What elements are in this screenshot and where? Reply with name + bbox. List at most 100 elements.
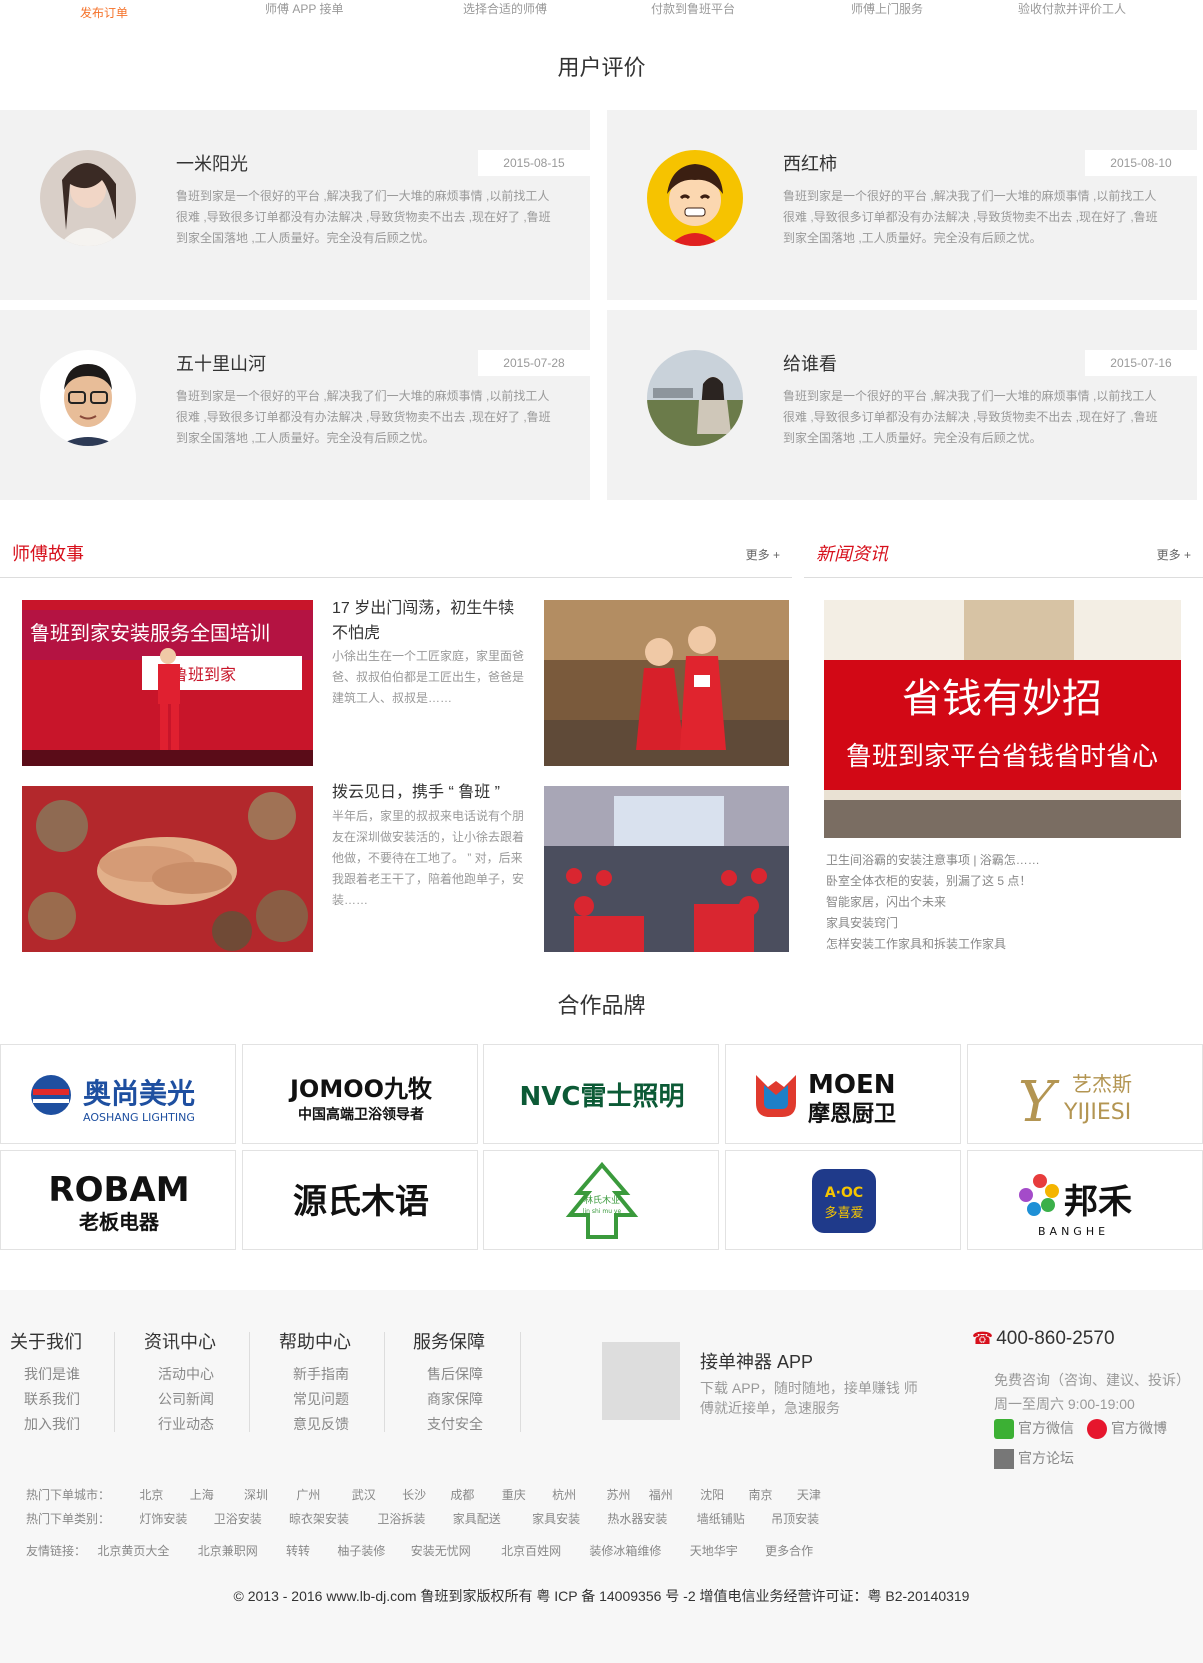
friend-link[interactable]: 北京兼职网 xyxy=(198,1542,283,1559)
svg-text:ROBAM: ROBAM xyxy=(48,1170,189,1210)
svg-text:YIJIESI: YIJIESI xyxy=(1063,1100,1131,1125)
svg-text:Y: Y xyxy=(1018,1070,1060,1135)
friend-link[interactable]: 天地华宇 xyxy=(690,1542,762,1559)
step-6[interactable]: 验收付款并评价工人 xyxy=(1018,0,1126,17)
category-link[interactable]: 卫浴拆装 xyxy=(377,1510,449,1527)
city-link[interactable]: 福州 xyxy=(649,1486,697,1503)
news-more-link[interactable]: 更多 + xyxy=(1157,546,1191,563)
friend-link[interactable]: 安装无忧网 xyxy=(411,1542,498,1559)
svg-text:多喜爱: 多喜爱 xyxy=(824,1205,863,1221)
category-link[interactable]: 灯饰安装 xyxy=(139,1510,210,1527)
step-2[interactable]: 师傅 APP 接单 xyxy=(265,0,343,17)
step-5[interactable]: 师傅上门服务 xyxy=(851,0,923,17)
footer-link[interactable]: 联系我们 xyxy=(10,1387,120,1412)
reviewer-name: 一米阳光 xyxy=(176,154,248,174)
footer-link[interactable]: 商家保障 xyxy=(413,1387,523,1412)
brand-banghe[interactable]: 邦禾 BANGHE xyxy=(967,1150,1203,1250)
avatar xyxy=(647,150,743,246)
step-1[interactable]: 发布订单 xyxy=(80,4,128,21)
footer-link[interactable]: 新手指南 xyxy=(279,1362,389,1387)
brand-moen[interactable]: MOEN 摩恩厨卫 xyxy=(725,1044,961,1144)
category-link[interactable]: 墙纸铺贴 xyxy=(697,1510,768,1527)
consult-line: 免费咨询（咨询、建议、投诉） xyxy=(994,1372,1190,1388)
friend-link[interactable]: 转转 xyxy=(286,1542,334,1559)
brand-yuanshi[interactable]: 源氏木语 xyxy=(242,1150,478,1250)
friend-link[interactable]: 北京黄页大全 xyxy=(97,1542,194,1559)
news-item[interactable]: 卫生间浴霸的安装注意事项 | 浴霸怎…… xyxy=(826,850,1166,871)
brand-linshi[interactable]: 林氏木业 lin shi mu ye xyxy=(483,1150,719,1250)
footer-link[interactable]: 常见问题 xyxy=(279,1387,389,1412)
footer-link[interactable]: 售后保障 xyxy=(413,1362,523,1387)
weibo-link[interactable]: 官方微博 xyxy=(1087,1418,1167,1440)
app-qrcode xyxy=(602,1342,680,1420)
svg-text:艺杰斯: 艺杰斯 xyxy=(1072,1072,1132,1096)
brand-aoshang[interactable]: 奥尚美光 AOSHANG LIGHTING xyxy=(0,1044,236,1144)
story-title[interactable]: 17 岁出门闯荡，初生牛犊不怕虎 xyxy=(332,596,527,646)
friend-link[interactable]: 装修冰箱维修 xyxy=(589,1542,686,1559)
friend-link[interactable]: 柚子装修 xyxy=(337,1542,407,1559)
step-4[interactable]: 付款到鲁班平台 xyxy=(651,0,735,17)
weibo-icon xyxy=(1087,1419,1107,1440)
news-banner[interactable]: 省钱有妙招 鲁班到家平台省钱省时省心 xyxy=(824,600,1181,838)
footer-col-help: 帮助中心 新手指南 常见问题 意见反馈 xyxy=(279,1330,389,1437)
category-link[interactable]: 吊顶安装 xyxy=(771,1510,819,1527)
story-photo-meeting[interactable] xyxy=(544,786,789,952)
step-3[interactable]: 选择合适的师傅 xyxy=(463,0,547,17)
footer-col-news: 资讯中心 活动中心 公司新闻 行业动态 xyxy=(144,1330,254,1437)
footer-link[interactable]: 公司新闻 xyxy=(144,1387,254,1412)
city-link[interactable]: 深圳 xyxy=(244,1486,293,1503)
svg-text:奥尚美光: 奥尚美光 xyxy=(83,1077,195,1110)
news-header: 新闻资讯 更多 + xyxy=(804,540,1203,578)
category-link[interactable]: 热水器安装 xyxy=(607,1510,693,1527)
stories-more-link[interactable]: 更多 + xyxy=(746,546,780,563)
footer-link[interactable]: 加入我们 xyxy=(10,1412,120,1437)
brand-nvc[interactable]: NVC雷士照明 xyxy=(483,1044,719,1144)
city-link[interactable]: 沈阳 xyxy=(700,1486,745,1503)
footer-link[interactable]: 支付安全 xyxy=(413,1412,523,1437)
footer-col-title: 服务保障 xyxy=(413,1332,485,1352)
city-link[interactable]: 上海 xyxy=(190,1486,241,1503)
footer-link[interactable]: 活动中心 xyxy=(144,1362,254,1387)
city-link[interactable]: 杭州 xyxy=(552,1486,603,1503)
review-card: 给谁看 2015-07-16 鲁班到家是一个很好的平台 ,解决我了们一大堆的麻烦… xyxy=(607,310,1197,500)
city-link[interactable]: 重庆 xyxy=(502,1486,549,1503)
news-item[interactable]: 怎样安装工作家具和拆装工作家具 xyxy=(826,934,1166,955)
story-photo-training[interactable]: 鲁班到家安装服务全国培训 鲁班到家 xyxy=(22,600,313,766)
svg-text:林氏木业: 林氏木业 xyxy=(584,1194,620,1206)
news-item[interactable]: 家具安装窍门 xyxy=(826,913,1166,934)
category-link[interactable]: 家具配送 xyxy=(453,1510,529,1527)
friend-link[interactable]: 北京百姓网 xyxy=(501,1542,586,1559)
stories-header: 师傅故事 更多 + xyxy=(0,540,792,578)
footer-link[interactable]: 行业动态 xyxy=(144,1412,254,1437)
city-link[interactable]: 天津 xyxy=(797,1486,821,1503)
city-link[interactable]: 北京 xyxy=(139,1486,186,1503)
category-link[interactable]: 晾衣架安装 xyxy=(289,1510,374,1527)
brand-aoc[interactable]: A·OC 多喜爱 xyxy=(725,1150,961,1250)
news-item[interactable]: 智能家居，闪出个未来 xyxy=(826,892,1166,913)
footer: 关于我们 我们是谁 联系我们 加入我们 资讯中心 活动中心 公司新闻 行业动态 … xyxy=(0,1290,1203,1663)
city-link[interactable]: 南京 xyxy=(748,1486,793,1503)
training-banner-logo: 鲁班到家 xyxy=(172,665,236,684)
story-title[interactable]: 拨云见日，携手 “ 鲁班 ” xyxy=(332,780,527,805)
wechat-link[interactable]: 官方微信 xyxy=(994,1418,1074,1440)
consult-hours: 周一至周六 9:00-19:00 xyxy=(994,1396,1135,1412)
brand-yijiesi[interactable]: Y 艺杰斯 YIJIESI xyxy=(967,1044,1203,1144)
category-link[interactable]: 卫浴安装 xyxy=(214,1510,286,1527)
forum-link[interactable]: 官方论坛 xyxy=(994,1448,1074,1470)
city-link[interactable]: 武汉 xyxy=(352,1486,399,1503)
city-link[interactable]: 苏州 xyxy=(606,1486,645,1503)
footer-link[interactable]: 意见反馈 xyxy=(279,1412,389,1437)
reviewer-name: 西红柿 xyxy=(783,154,837,174)
story-photo-hands[interactable] xyxy=(22,786,313,952)
brand-jomoo[interactable]: JOMOO九牧 中国高端卫浴领导者 xyxy=(242,1044,478,1144)
story-photo-group[interactable] xyxy=(544,600,789,766)
friend-link[interactable]: 更多合作 xyxy=(765,1542,813,1559)
brand-robam[interactable]: ROBAM 老板电器 xyxy=(0,1150,236,1250)
city-link[interactable]: 广州 xyxy=(296,1486,348,1503)
svg-text:lin shi mu ye: lin shi mu ye xyxy=(583,1208,622,1215)
category-link[interactable]: 家具安装 xyxy=(532,1510,604,1527)
city-link[interactable]: 成都 xyxy=(450,1486,498,1503)
news-item[interactable]: 卧室全体衣柜的安装，别漏了这 5 点！ xyxy=(826,871,1166,892)
city-link[interactable]: 长沙 xyxy=(402,1486,447,1503)
footer-link[interactable]: 我们是谁 xyxy=(10,1362,120,1387)
